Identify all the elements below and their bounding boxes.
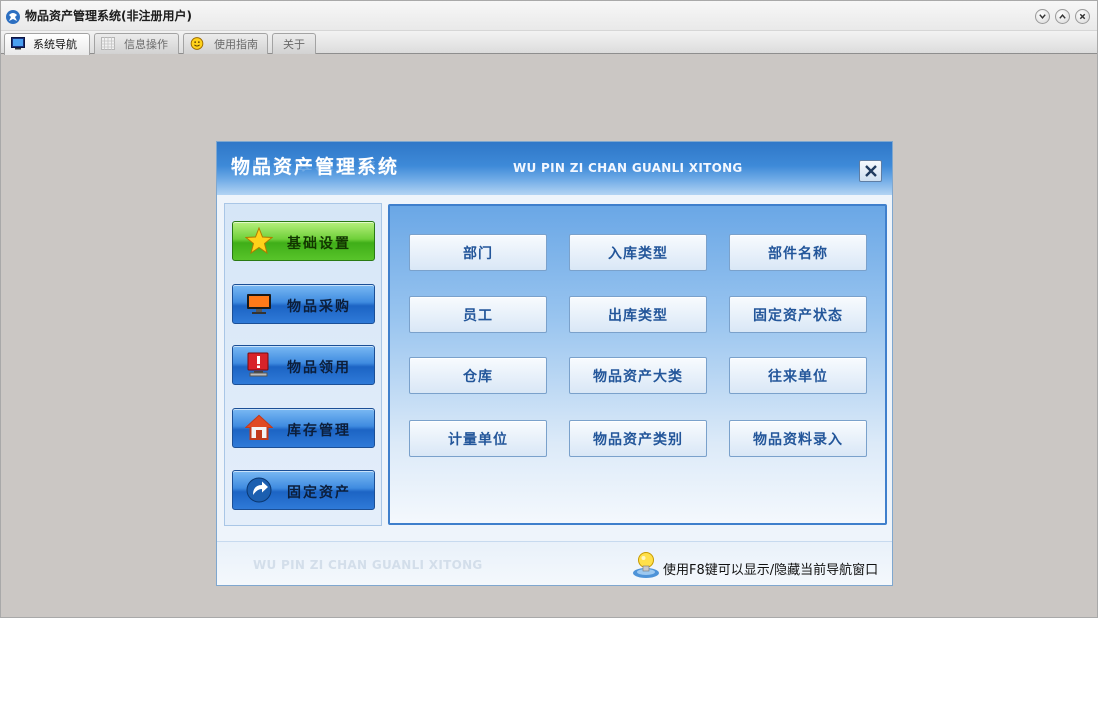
- navigation-footer: WU PIN ZI CHAN GUANLI XITONG 使用F8键可以显示/隐…: [217, 541, 892, 585]
- sidebar-item-label: 基础设置: [287, 236, 351, 252]
- tab-label: 信息操作: [124, 38, 168, 51]
- navigation-title-reflection: 物品资产管理系统: [231, 158, 400, 172]
- sidebar-item-label: 库存管理: [287, 423, 351, 439]
- function-button-employee[interactable]: 员工: [409, 296, 547, 333]
- grid-icon: [101, 37, 115, 50]
- minimize-button[interactable]: [1035, 9, 1050, 24]
- smiley-icon: [190, 37, 204, 50]
- function-button-inbound-type[interactable]: 入库类型: [569, 234, 707, 271]
- navigation-close-button[interactable]: [859, 160, 882, 182]
- function-button-asset-category[interactable]: 物品资产类别: [569, 420, 707, 457]
- f8-hint-text: 使用F8键可以显示/隐藏当前导航窗口: [663, 563, 879, 578]
- sidebar-item-purchasing[interactable]: 物品采购: [232, 284, 375, 324]
- function-button-department[interactable]: 部门: [409, 234, 547, 271]
- arrow-refresh-icon: [246, 477, 272, 503]
- star-icon: [245, 227, 273, 255]
- footer-pinyin: WU PIN ZI CHAN GUANLI XITONG: [253, 558, 483, 572]
- navigation-pinyin: WU PIN ZI CHAN GUANLI XITONG: [513, 161, 743, 175]
- tab-bar: 系统导航 信息操作 使用指南 关于: [1, 31, 1097, 55]
- close-button[interactable]: [1075, 9, 1090, 24]
- sidebar-item-fixed-assets[interactable]: 固定资产: [232, 470, 375, 510]
- sidebar-item-inventory[interactable]: 库存管理: [232, 408, 375, 448]
- function-button-outbound-type[interactable]: 出库类型: [569, 296, 707, 333]
- home-icon: [245, 414, 273, 440]
- tab-label: 使用指南: [214, 38, 258, 51]
- tab-about[interactable]: 关于: [272, 33, 316, 54]
- sidebar-item-label: 物品采购: [287, 299, 351, 315]
- monitor-icon: [247, 294, 271, 314]
- chevron-up-icon: [1059, 14, 1066, 19]
- app-window: 物品资产管理系统(非注册用户) 系统导航 信息操作 使用指南 关于 物品资产管理…: [0, 0, 1098, 618]
- sidebar-item-basic-settings[interactable]: 基础设置: [232, 221, 375, 261]
- function-button-part-name[interactable]: 部件名称: [729, 234, 867, 271]
- app-logo-icon: [6, 10, 20, 24]
- tab-label: 系统导航: [33, 38, 77, 51]
- sidebar-item-label: 固定资产: [287, 485, 351, 501]
- monitor-icon: [11, 37, 25, 50]
- function-button-unit-of-measure[interactable]: 计量单位: [409, 420, 547, 457]
- function-button-warehouse[interactable]: 仓库: [409, 357, 547, 394]
- title-bar: 物品资产管理系统(非注册用户): [1, 1, 1097, 31]
- navigation-header: 物品资产管理系统 物品资产管理系统 WU PIN ZI CHAN GUANLI …: [217, 142, 892, 195]
- tab-label: 关于: [283, 38, 305, 51]
- close-icon: [1079, 13, 1086, 20]
- function-button-item-data-entry[interactable]: 物品资料录入: [729, 420, 867, 457]
- function-panel: 部门 入库类型 部件名称 员工 出库类型 固定资产状态 仓库 物品资产大类 往来…: [388, 204, 887, 525]
- sidebar-item-label: 物品领用: [287, 360, 351, 376]
- sidebar-item-requisition[interactable]: 物品领用: [232, 345, 375, 385]
- function-button-business-partner[interactable]: 往来单位: [729, 357, 867, 394]
- function-button-fixed-asset-status[interactable]: 固定资产状态: [729, 296, 867, 333]
- category-sidebar: 基础设置 物品采购 物品领用 库存管理 固定资产: [224, 203, 382, 526]
- window-title: 物品资产管理系统(非注册用户): [25, 9, 192, 23]
- lightbulb-icon: [633, 552, 659, 578]
- tab-system-navigation[interactable]: 系统导航: [4, 33, 90, 55]
- tab-user-guide[interactable]: 使用指南: [183, 33, 268, 54]
- navigation-window: 物品资产管理系统 物品资产管理系统 WU PIN ZI CHAN GUANLI …: [216, 141, 893, 586]
- alert-monitor-icon: [247, 352, 269, 377]
- close-icon: [864, 165, 877, 177]
- function-button-asset-major-category[interactable]: 物品资产大类: [569, 357, 707, 394]
- maximize-button[interactable]: [1055, 9, 1070, 24]
- chevron-down-icon: [1039, 14, 1046, 19]
- tab-info-operations[interactable]: 信息操作: [94, 33, 179, 54]
